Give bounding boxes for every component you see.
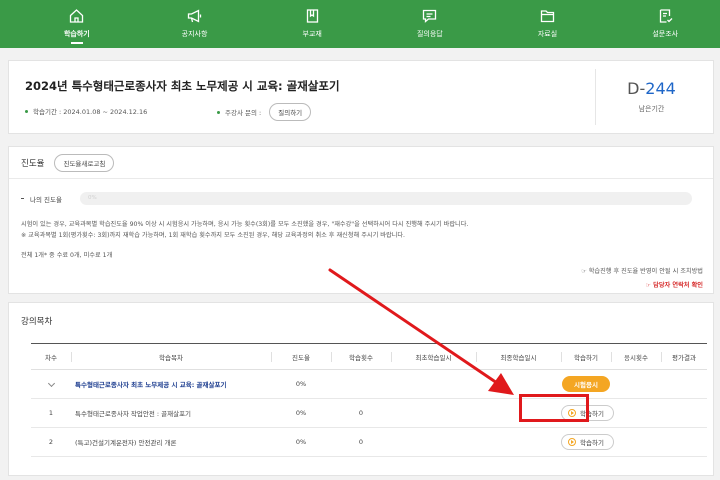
column-header: 학습목차 xyxy=(71,343,271,370)
note-line: 시험이 있는 경우, 교육과목별 학습진도율 90% 이상 시 시험응시 가능하… xyxy=(21,221,469,228)
nav-item-study[interactable]: 학습하기 xyxy=(22,0,132,48)
bullet-dash xyxy=(21,198,24,199)
row-number: 2 xyxy=(31,427,71,457)
table-header-row: 차수 학습목차 진도율 학습횟수 최초학습일시 최종학습일시 학습하기 응시횟수… xyxy=(31,343,707,370)
study-period-text: 학습기간 : 2024.01.08 ~ 2024.12.16 xyxy=(33,108,148,116)
progress-panel: 진도율 진도율새로고침 나의 진도율 0% 시험이 있는 경우, 교육과목별 학… xyxy=(8,146,714,294)
lesson-title: 특수형태근로종사자 작업안전 : 골재살포기 xyxy=(71,398,271,428)
dday-box: D-244 남은기간 xyxy=(595,69,707,125)
nav-label: 질의응답 xyxy=(416,30,443,38)
column-header: 차수 xyxy=(31,343,71,370)
course-header: 2024년 특수형태근로종사자 최초 노무제공 시 교육: 골재살포기 학습기간… xyxy=(8,60,714,134)
column-header: 최종학습일시 xyxy=(476,343,561,370)
nav-label: 부교재 xyxy=(302,30,322,38)
table-row: 1 특수형태근로종사자 작업안전 : 골재살포기 0% 0 학습하기 xyxy=(31,398,707,428)
lesson-count: 0 xyxy=(331,398,391,428)
study-button[interactable]: 학습하기 xyxy=(561,434,614,450)
active-underline xyxy=(70,42,83,44)
progress-title: 진도율 xyxy=(21,158,45,169)
lesson-progress: 0% xyxy=(271,427,331,457)
group-progress: 0% xyxy=(271,369,331,399)
collapse-toggle[interactable] xyxy=(31,369,71,399)
contact-label: 주강사 문의 : xyxy=(225,109,262,117)
dday-label: 남은기간 xyxy=(638,105,665,113)
instructor-contact: 주강사 문의 : 질의하기 xyxy=(217,103,312,121)
play-icon xyxy=(568,409,576,417)
nav-label: 자료실 xyxy=(537,30,558,38)
study-button[interactable]: 학습하기 xyxy=(561,405,614,421)
ask-button[interactable]: 질의하기 xyxy=(269,103,312,121)
row-number: 1 xyxy=(31,398,71,428)
nav-label: 설문조사 xyxy=(652,30,679,38)
play-icon xyxy=(568,438,576,446)
column-header: 평가결과 xyxy=(661,343,707,370)
dday-prefix: D- xyxy=(627,79,646,98)
study-button-label: 학습하기 xyxy=(580,439,604,447)
chat-icon xyxy=(423,9,437,23)
column-header: 최초학습일시 xyxy=(391,343,476,370)
study-period: 학습기간 : 2024.01.08 ~ 2024.12.16 xyxy=(25,106,147,116)
nav-item-qna[interactable]: 질의응답 xyxy=(375,0,485,48)
chevron-down-icon xyxy=(47,379,55,388)
column-header: 학습하기 xyxy=(561,343,611,370)
progress-bar: 0% xyxy=(79,192,692,205)
column-header: 응시횟수 xyxy=(611,343,661,370)
nav-item-textbook[interactable]: 부교재 xyxy=(257,0,367,48)
nav-item-archive[interactable]: 자료실 xyxy=(493,0,603,48)
nav-item-notice[interactable]: 공지사항 xyxy=(140,0,250,48)
note-line: ※ 교육과목별 1회(평가횟수: 3회)까지 재학습 가능하며, 1회 재학습 … xyxy=(21,232,405,239)
nav-item-survey[interactable]: 설문조사 xyxy=(610,0,720,48)
survey-icon xyxy=(659,9,673,23)
megaphone-icon xyxy=(187,9,202,23)
refresh-progress-button[interactable]: 진도율새로고침 xyxy=(54,153,115,172)
progress-header: 진도율 진도율새로고침 xyxy=(9,147,713,179)
top-nav: 학습하기 공지사항 부교재 질의응답 자료실 설문조사 xyxy=(0,0,720,48)
lesson-progress: 0% xyxy=(271,398,331,428)
exam-button[interactable]: 시험응시 xyxy=(562,376,610,392)
lectures-title: 강의목차 xyxy=(21,317,53,327)
nav-label: 공지사항 xyxy=(181,30,208,38)
contact-link[interactable]: ☞ 담당자 연락처 확인 xyxy=(645,280,703,289)
group-title: 특수형태근로종사자 최초 노무제공 시 교육: 골재살포기 xyxy=(71,369,271,399)
my-progress-label: 나의 진도율 xyxy=(30,195,62,204)
page-title: 2024년 특수형태근로종사자 최초 노무제공 시 교육: 골재살포기 xyxy=(25,79,340,93)
lectures-panel: 강의목차 차수 학습목차 진도율 학습횟수 최초학습일시 최종학습일시 학습하기… xyxy=(8,302,714,476)
completion-summary: 전체 1개* 중 수료 0개, 미수료 1개 xyxy=(21,252,113,259)
progress-notes: 시험이 있는 경우, 교육과목별 학습진도율 90% 이상 시 시험응시 가능하… xyxy=(21,219,468,241)
bullet-dot xyxy=(25,109,28,113)
book-icon xyxy=(306,9,318,23)
dday-counter: D-244 xyxy=(596,79,707,98)
folder-icon xyxy=(540,10,555,23)
bullet-dot xyxy=(217,110,220,114)
progress-fix-link[interactable]: ☞ 학습진행 후 진도율 반영이 안될 시 조치방법 xyxy=(581,266,703,275)
my-progress-row: 나의 진도율 0% xyxy=(21,192,706,205)
lecture-table: 차수 학습목차 진도율 학습횟수 최초학습일시 최종학습일시 학습하기 응시횟수… xyxy=(31,343,707,457)
lesson-count: 0 xyxy=(331,427,391,457)
home-icon xyxy=(70,9,84,23)
lesson-title: (특고)건설기계운전자) 안전관리 개론 xyxy=(71,427,271,457)
study-button-label: 학습하기 xyxy=(580,410,604,418)
table-row: 특수형태근로종사자 최초 노무제공 시 교육: 골재살포기 0% 시험응시 xyxy=(31,369,707,399)
progress-bar-text: 0% xyxy=(87,195,97,201)
column-header: 진도율 xyxy=(271,343,331,370)
dday-number: 244 xyxy=(645,79,676,98)
table-row: 2 (특고)건설기계운전자) 안전관리 개론 0% 0 학습하기 xyxy=(31,427,707,457)
nav-label: 학습하기 xyxy=(63,30,90,38)
column-header: 학습횟수 xyxy=(331,343,391,370)
